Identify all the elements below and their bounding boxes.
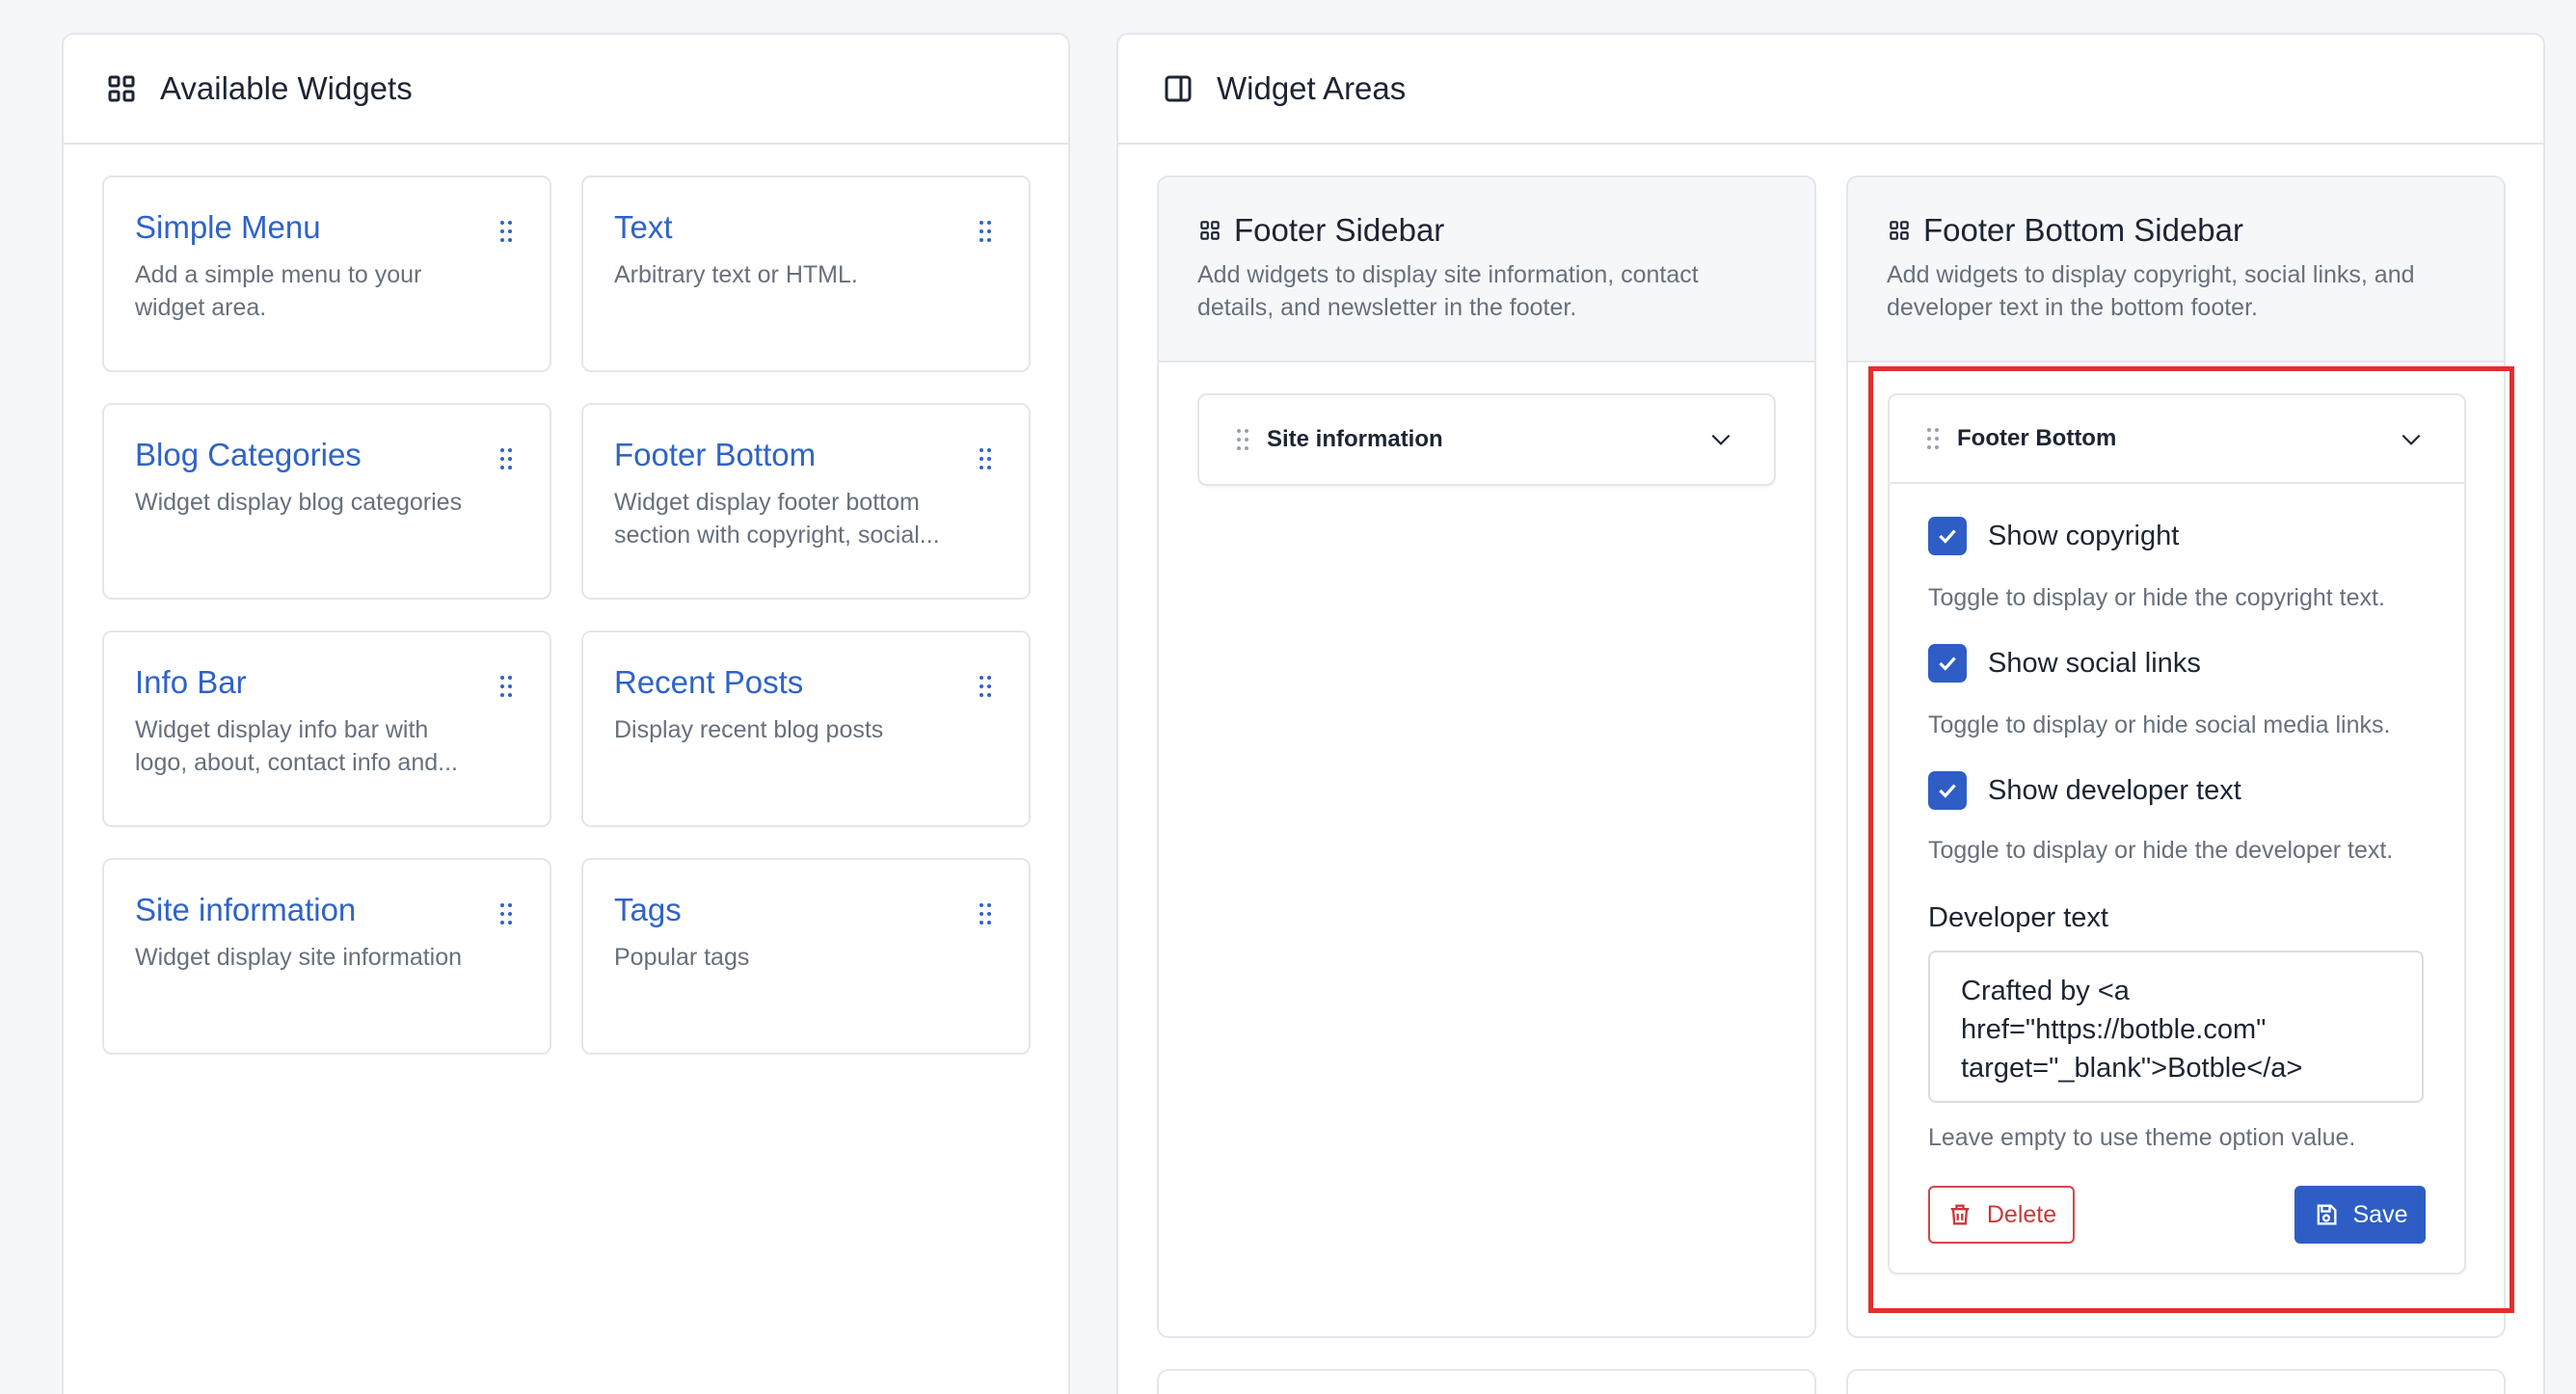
page-title: Available Widgets <box>160 70 413 106</box>
highlight-box <box>1868 366 2514 1313</box>
widget-description: Add a simple menu to your widget area. <box>135 261 422 321</box>
drag-handle-icon[interactable] <box>979 447 992 470</box>
widget-title: Info Bar <box>135 664 247 700</box>
widget-description: Widget display site information <box>135 944 463 971</box>
area-header: Footer Sidebar Add widgets to display si… <box>1159 177 1814 362</box>
section-title: Widget Areas <box>1217 70 1407 106</box>
widget-tile-simple-menu[interactable]: Simple Menu Add a simple menu to your wi… <box>102 175 551 372</box>
area-title: Footer Sidebar <box>1197 212 1776 249</box>
widget-item-header[interactable]: Site information <box>1199 395 1774 484</box>
drag-handle-icon[interactable] <box>979 675 992 698</box>
footer-sidebar-area: Footer Sidebar Add widgets to display si… <box>1157 175 1816 1338</box>
next-area-right <box>1846 1369 2506 1394</box>
widget-tile-recent-posts[interactable]: Recent Posts Display recent blog posts <box>581 630 1031 827</box>
widget-title: Footer Bottom <box>614 437 817 472</box>
area-header: Footer Bottom Sidebar Add widgets to dis… <box>1848 177 2504 362</box>
widget-title: Blog Categories <box>135 437 362 472</box>
area-title-text: Footer Sidebar <box>1234 212 1445 248</box>
next-area-left <box>1157 1369 1816 1394</box>
chevron-down-icon[interactable] <box>1708 427 1733 452</box>
widget-item-label: Site information <box>1267 426 1443 452</box>
widget-title: Recent Posts <box>614 664 804 700</box>
area-title-text: Footer Bottom Sidebar <box>1923 212 2243 248</box>
widget-title: Tags <box>614 892 682 927</box>
widget-areas-header: Widget Areas <box>1118 35 2543 145</box>
widget-title: Simple Menu <box>135 209 321 245</box>
widget-tile-footer-bottom[interactable]: Footer Bottom Widget display footer bott… <box>581 403 1031 600</box>
drag-handle-icon[interactable] <box>499 902 513 925</box>
widget-description: Popular tags <box>614 944 750 971</box>
widget-tile-text[interactable]: Text Arbitrary text or HTML. <box>581 175 1031 372</box>
drag-handle-icon[interactable] <box>979 902 992 925</box>
widget-description: Widget display blog categories <box>135 489 463 516</box>
drag-handle-icon[interactable] <box>499 447 513 470</box>
widget-tile-info-bar[interactable]: Info Bar Widget display info bar with lo… <box>102 630 551 827</box>
widget-description: Arbitrary text or HTML. <box>614 261 858 288</box>
available-widgets-header: Available Widgets <box>64 35 1068 145</box>
drag-handle-icon[interactable] <box>499 220 513 243</box>
grid-icon <box>1887 218 1912 243</box>
widget-tile-site-information[interactable]: Site information Widget display site inf… <box>102 858 551 1055</box>
widget-tile-tags[interactable]: Tags Popular tags <box>581 858 1031 1055</box>
widget-description: Display recent blog posts <box>614 716 884 743</box>
grid-icon <box>1197 218 1222 243</box>
sidebar-layout-icon <box>1161 71 1195 106</box>
widget-description: Widget display info bar with logo, about… <box>135 716 458 776</box>
area-description: Add widgets to display site information,… <box>1197 261 1699 321</box>
grid-icon <box>104 71 139 106</box>
widget-tile-blog-categories[interactable]: Blog Categories Widget display blog cate… <box>102 403 551 600</box>
area-title: Footer Bottom Sidebar <box>1887 212 2465 249</box>
drag-handle-icon[interactable] <box>1236 428 1249 451</box>
widget-title: Text <box>614 209 673 245</box>
widget-item-site-information[interactable]: Site information <box>1197 393 1776 486</box>
area-description: Add widgets to display copyright, social… <box>1887 261 2415 321</box>
widget-title: Site information <box>135 892 357 927</box>
drag-handle-icon[interactable] <box>979 220 992 243</box>
widget-description: Widget display footer bottom section wit… <box>614 489 940 549</box>
drag-handle-icon[interactable] <box>499 675 513 698</box>
